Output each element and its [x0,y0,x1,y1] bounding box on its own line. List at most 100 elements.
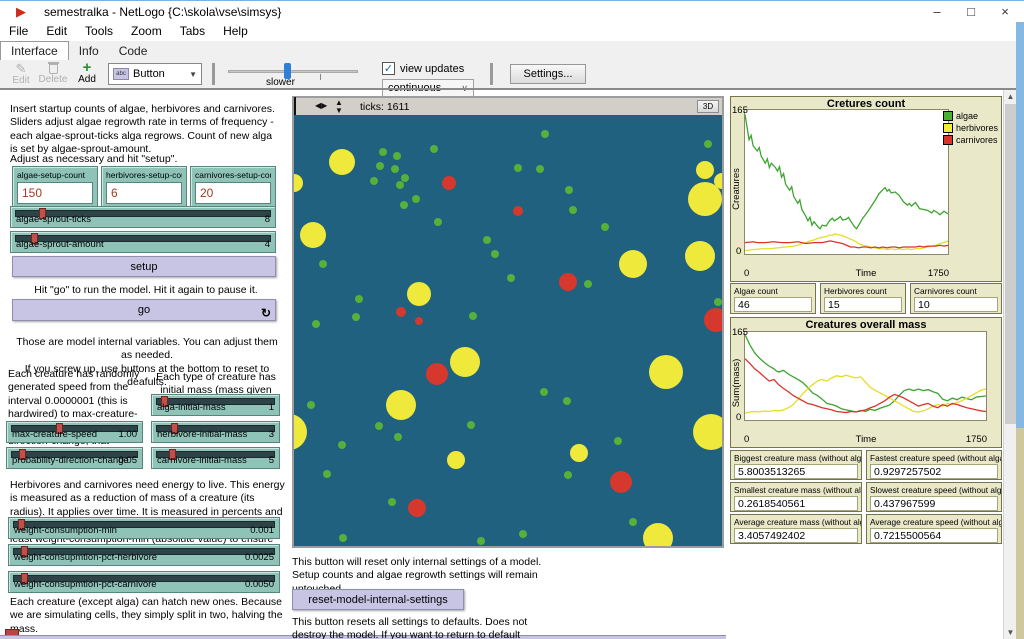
monitor-herbivores-count: Herbivores count15 [820,283,906,314]
slider-carnivore-initial-mass[interactable]: carnivore-initial-mass5 [151,447,280,469]
go-button[interactable]: go ↻ [12,299,276,321]
view-3d-button[interactable]: 3D [697,100,719,113]
tab-code[interactable]: Code [109,42,158,60]
creature-herbivore [407,282,431,306]
plot-creatures-count: Cretures count1650Creatures0Time1750alga… [730,96,1002,282]
series-algae [745,335,986,412]
creature-alga [714,298,722,306]
menu-edit[interactable]: Edit [37,22,76,40]
reset-model-internal-settings-button[interactable]: reset-model-internal-settings [292,589,464,610]
tab-interface[interactable]: Interface [0,41,69,60]
delete-tool[interactable]: Delete [36,62,70,85]
slider-label: probability-direction-change [12,455,129,466]
creature-alga [396,181,404,189]
creature-alga [375,422,383,430]
creature-alga [563,397,571,405]
slider-algae-sprout-amount[interactable]: algae-sprout-amount4 [10,231,276,253]
monitor-label: Average creature speed (without algae) [867,515,1001,527]
scrollbar-thumb[interactable] [1005,104,1016,424]
creature-carnivore [396,307,406,317]
view-updates-control[interactable]: ✓ view updates [382,62,464,75]
toolbar-separator [212,63,215,85]
inputbox-algae-setup-count[interactable]: algae-setup-count150 [12,166,98,208]
inputbox-value[interactable]: 20 [195,182,271,204]
slider-probability-direction-change[interactable]: probability-direction-change0.05 [6,447,143,469]
view-updates-checkbox[interactable]: ✓ [382,62,395,75]
slider-label: algae-sprout-ticks [16,214,91,225]
creature-herbivore [688,182,722,216]
creature-alga [393,152,401,160]
legend-swatch [943,111,953,121]
slider-max-creature-speed[interactable]: max-creature-speed1.00 [6,421,143,443]
slider-algae-sprout-ticks[interactable]: algae-sprout-ticks8 [10,206,276,228]
slider-value: 0.0025 [245,552,274,563]
creature-herbivore [294,414,307,450]
menu-zoom[interactable]: Zoom [122,22,171,40]
monitor-slowest-creature-speed--without-algae-: Slowest creature speed (without algae)0.… [866,482,1002,512]
note-reset-all: This button resets all settings to defau… [292,616,558,639]
monitor-label: Biggest creature mass (without algae) [731,451,861,463]
creature-herbivore [570,444,588,462]
close-button[interactable]: × [990,3,1020,21]
setup-button[interactable]: setup [12,256,276,277]
slider-herbivore-initial-mass[interactable]: herbivore-initial-mass3 [151,421,280,443]
settings-button[interactable]: Settings... [510,64,586,84]
inputbox-value[interactable]: 150 [17,182,93,204]
menu-tabs[interactable]: Tabs [171,22,214,40]
maximize-button[interactable]: □ [956,3,986,21]
note-intro: Insert startup counts of algae, herbivor… [10,103,282,157]
monitor-label: Average creature mass (without algae) [731,515,861,527]
y-max-tick: 165 [732,105,748,116]
inputbox-carnivores-setup-count[interactable]: carnivores-setup-count20 [190,166,276,208]
speed-slider-track[interactable] [228,70,358,73]
creature-alga [391,165,399,173]
edit-tool[interactable]: ✎ Edit [8,62,34,86]
horizontal-arrows-icon[interactable]: ◀▶ [315,102,327,110]
slider-weight-consupmtion-pct-carnivore[interactable]: weight-consupmtion-pct-carnivore0.0050 [8,571,280,593]
menu-help[interactable]: Help [214,22,257,40]
slider-weight-consupmtion-pct-herbivore[interactable]: weight-consupmtion-pct-herbivore0.0025 [8,544,280,566]
tab-info[interactable]: Info [69,42,109,60]
x-max-tick: 1750 [966,434,987,445]
legend-swatch [943,123,953,133]
note-split: Each creature (except alga) can hatch ne… [10,596,288,639]
inputbox-value[interactable]: 6 [106,182,182,204]
creature-alga [339,534,347,542]
minimize-button[interactable]: – [922,3,952,21]
resize-view-icon[interactable] [294,97,296,116]
slider-value: 0.001 [250,525,274,536]
creature-alga [564,471,572,479]
inputbox-herbivores-setup-count[interactable]: herbivores-setup-count6 [101,166,187,208]
world-canvas[interactable] [294,115,722,546]
menu-file[interactable]: File [0,22,37,40]
widget-type-chooser[interactable]: abc Button ▼ [108,63,202,85]
creature-alga [565,186,573,194]
slider-label: max-creature-speed [12,429,97,440]
speed-slider[interactable]: slower [228,60,368,88]
plot-title: Creatures overall mass [731,319,1001,331]
legend-item: carnivores [943,135,998,145]
slider-alga-initial-mass[interactable]: alga-initial-mass1 [151,394,280,416]
world-view[interactable]: ◀▶ ▲▼ ticks: 1611 3D [292,96,724,548]
add-tool[interactable]: + Add [74,61,100,85]
trash-icon [49,64,58,74]
toolbar-divider [0,88,1024,90]
vertical-arrows-icon[interactable]: ▲▼ [335,99,343,115]
slider-value: 0.05 [119,455,138,466]
creature-alga [614,437,622,445]
creature-alga [601,223,609,231]
title-bar[interactable]: ▶ semestralka - NetLogo {C:\skola\vse\si… [0,0,1024,22]
menu-tools[interactable]: Tools [76,22,122,40]
slider-weight-consumption-min[interactable]: weight-consumption-min0.001 [8,517,280,539]
y-axis-label: Creatures [731,168,742,210]
edit-tool-label: Edit [8,75,34,86]
creature-carnivore [415,317,423,325]
creature-herbivore [696,161,714,179]
toolbar-separator [490,63,493,85]
slider-label: alga-initial-mass [157,402,226,413]
y-max-tick: 165 [732,327,748,338]
plot-area [744,109,949,255]
creature-alga [370,177,378,185]
creature-carnivore [610,471,632,493]
vertical-scrollbar[interactable]: ▲ ▼ [1003,90,1016,639]
